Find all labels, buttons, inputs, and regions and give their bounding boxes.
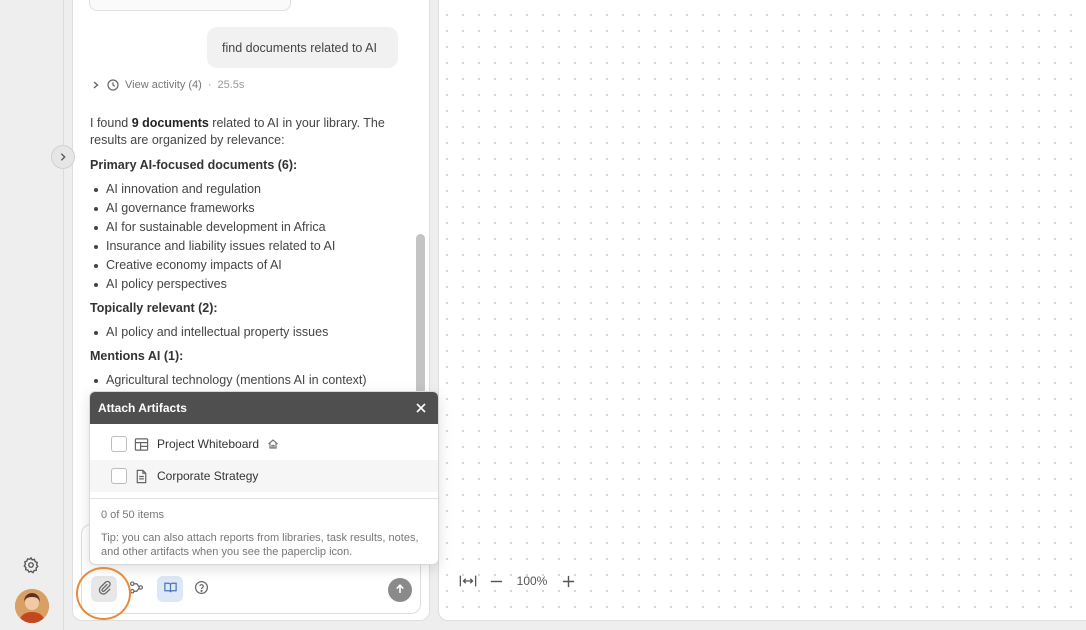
previous-attachment-chip[interactable] [89,0,291,11]
answer-intro: I found 9 documents related to AI in you… [90,116,385,147]
item-count: 0 of 50 items [101,509,164,521]
result-list: Agricultural technology (mentions AI in … [90,371,400,390]
paperclip-icon [97,580,112,598]
list-item: AI policy and intellectual property issu… [90,323,400,342]
list-item: Creative economy impacts of AI [90,256,400,275]
gear-icon[interactable] [22,556,42,576]
workflow-icon [129,580,144,598]
section-heading: Mentions AI (1): [90,349,184,363]
expand-sidebar-button[interactable] [51,145,75,169]
list-item: Insurance and liability issues related t… [90,237,400,256]
workflow-button[interactable] [123,576,149,602]
avatar[interactable] [15,589,49,623]
attach-artifacts-popup: Attach Artifacts Project Whiteboard Corp… [89,391,439,565]
help-button[interactable] [188,576,214,602]
whiteboard-canvas[interactable] [438,0,1086,621]
attach-button[interactable] [91,576,117,602]
artifact-checkbox[interactable] [111,468,127,484]
activity-duration: 25.5s [217,79,245,91]
artifact-name: Corporate Strategy [157,469,259,483]
section-heading: Primary AI-focused documents (6): [90,158,298,172]
zoom-in-icon[interactable] [559,572,577,590]
view-activity-toggle[interactable]: View activity (4) · 25.5s [91,79,244,91]
attach-tip: Tip: you can also attach reports from li… [101,532,419,558]
whiteboard-icon [133,436,149,452]
popup-footer: 0 of 50 items Tip: you can also attach r… [90,499,438,559]
close-icon[interactable] [414,401,428,415]
list-item: AI governance frameworks [90,199,400,218]
list-item: AI for sustainable development in Africa [90,218,400,237]
artifact-row-corporate-strategy[interactable]: Corporate Strategy [90,460,438,492]
zoom-controls: 100% [459,571,577,591]
result-list: AI innovation and regulation AI governan… [90,180,400,294]
document-icon [133,468,149,484]
activity-separator: · [207,79,212,91]
artifact-checkbox[interactable] [111,436,127,452]
section-heading: Topically relevant (2): [90,301,218,315]
help-icon [194,580,209,598]
send-button[interactable] [388,578,412,602]
left-rail [0,0,64,630]
library-button[interactable] [157,576,183,602]
zoom-out-icon[interactable] [487,572,505,590]
artifact-row-project-whiteboard[interactable]: Project Whiteboard [90,428,438,460]
popup-header: Attach Artifacts [90,392,438,424]
chevron-right-icon [91,80,101,90]
activity-label: View activity (4) [125,79,202,91]
result-list: AI policy and intellectual property issu… [90,323,400,342]
assistant-answer: I found 9 documents related to AI in you… [90,115,400,396]
list-item: AI policy perspectives [90,275,400,294]
list-item: Agricultural technology (mentions AI in … [90,371,400,390]
arrow-up-icon [394,583,406,598]
artifact-name: Project Whiteboard [157,437,260,451]
list-item: AI innovation and regulation [90,180,400,199]
clock-icon [107,79,119,91]
zoom-level: 100% [516,574,548,588]
popup-title: Attach Artifacts [98,401,187,415]
chevron-right-icon [58,150,68,165]
fit-width-icon[interactable] [459,572,477,590]
scrollbar-thumb[interactable] [416,234,425,394]
chat-scrollbar[interactable] [416,234,425,394]
home-icon [267,438,279,450]
library-icon [163,580,178,598]
user-message: find documents related to AI [207,27,398,68]
